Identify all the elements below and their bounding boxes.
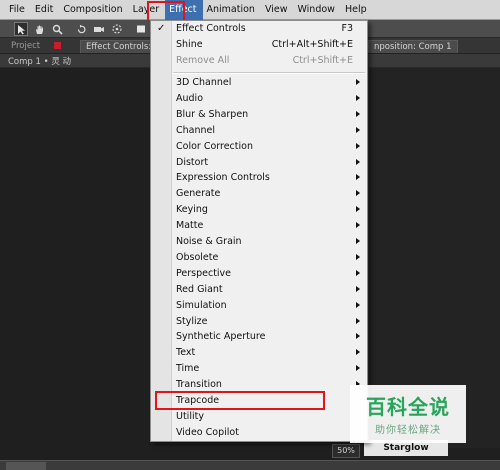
menu-item-noise-and-grain[interactable]: Noise & Grain [151, 234, 367, 249]
bottom-panel-strip [0, 460, 500, 470]
menu-item-distort[interactable]: Distort [151, 155, 367, 170]
menu-bar: File Edit Composition Layer Effect Anima… [0, 0, 500, 20]
submenu-arrow-icon [356, 253, 360, 260]
color-swatch-icon [54, 42, 61, 49]
zoom-tool-icon[interactable] [50, 22, 64, 36]
menu-item-utility[interactable]: Utility [151, 409, 367, 424]
menu-help[interactable]: Help [341, 0, 373, 20]
menu-separator [173, 72, 365, 74]
menu-animation[interactable]: Animation [203, 0, 261, 20]
zoom-level-select[interactable]: 50% [332, 444, 360, 458]
menu-item-audio[interactable]: Audio [151, 91, 367, 106]
submenu-arrow-icon [356, 79, 360, 85]
lock-icon [52, 40, 66, 53]
bottom-tab[interactable] [6, 462, 46, 470]
submenu-arrow-icon [356, 349, 360, 356]
submenu-arrow-icon [356, 126, 360, 133]
menu-item-shine[interactable]: Shine Ctrl+Alt+Shift+E [151, 37, 367, 52]
menu-item-remove-all[interactable]: Remove All Ctrl+Shift+E [151, 53, 367, 68]
menu-file[interactable]: File [5, 0, 31, 20]
rectangle-tool-icon[interactable] [134, 22, 148, 36]
menu-composition[interactable]: Composition [59, 0, 128, 20]
menu-item-generate[interactable]: Generate [151, 186, 367, 201]
menu-item-color-correction[interactable]: Color Correction [151, 139, 367, 154]
submenu-arrow-icon [356, 333, 360, 340]
menu-item-time[interactable]: Time [151, 361, 367, 376]
submenu-arrow-icon [356, 365, 360, 372]
menu-item-stylize[interactable]: Stylize [151, 314, 367, 329]
submenu-arrow-icon [356, 238, 360, 244]
menu-item-expression-controls[interactable]: Expression Controls [151, 170, 367, 185]
submenu-arrow-icon [356, 206, 360, 213]
submenu-arrow-icon [356, 269, 360, 276]
menu-item-keying[interactable]: Keying [151, 202, 367, 217]
hand-tool-icon[interactable] [32, 22, 46, 36]
menu-item-transition[interactable]: Transition [151, 377, 367, 392]
submenu-arrow-icon [356, 142, 360, 149]
submenu-arrow-icon [356, 94, 360, 101]
menu-item-text[interactable]: Text [151, 345, 367, 360]
checkmark-icon: ✓ [157, 23, 166, 34]
submenu-arrow-icon [356, 301, 360, 308]
submenu-arrow-icon [356, 158, 360, 165]
menu-item-perspective[interactable]: Perspective [151, 266, 367, 281]
submenu-arrow-icon [356, 222, 360, 229]
tab-project[interactable]: Project [6, 40, 45, 53]
submenu-arrow-icon [356, 190, 360, 197]
watermark-title: 百科全说 [366, 395, 450, 419]
submenu-arrow-icon [356, 110, 360, 117]
menu-item-video-copilot[interactable]: Video Copilot [151, 425, 367, 440]
effect-menu-dropdown: ✓ Effect Controls F3 Shine Ctrl+Alt+Shif… [150, 20, 368, 442]
menu-item-3d-channel[interactable]: 3D Channel [151, 75, 367, 90]
menu-item-synthetic-aperture[interactable]: Synthetic Aperture [151, 329, 367, 344]
menu-item-obsolete[interactable]: Obsolete [151, 250, 367, 265]
menu-item-channel[interactable]: Channel [151, 123, 367, 138]
menu-view[interactable]: View [261, 0, 294, 20]
menu-item-effect-controls[interactable]: ✓ Effect Controls F3 [151, 21, 367, 36]
submenu-arrow-icon [356, 174, 360, 181]
menu-item-red-giant[interactable]: Red Giant [151, 282, 367, 297]
bottom-tab[interactable] [62, 462, 122, 470]
tab-composition[interactable]: nposition: Comp 1 [368, 40, 458, 53]
menu-item-simulation[interactable]: Simulation [151, 298, 367, 313]
camera-tool-icon[interactable] [92, 22, 106, 36]
menu-item-blur-and-sharpen[interactable]: Blur & Sharpen [151, 107, 367, 122]
breadcrumb: Comp 1 • 灵 动 [8, 57, 72, 67]
trapcode-annotation-box [155, 391, 325, 410]
submenu-arrow-icon [356, 317, 360, 324]
menu-window[interactable]: Window [293, 0, 340, 20]
submenu-arrow-icon [356, 285, 360, 292]
menu-edit[interactable]: Edit [31, 0, 59, 20]
menu-item-matte[interactable]: Matte [151, 218, 367, 233]
watermark: 百科全说 助你轻松解决 [350, 385, 466, 443]
rotate-tool-icon[interactable] [74, 22, 88, 36]
watermark-subtitle: 助你轻松解决 [375, 425, 441, 436]
selection-tool-icon[interactable] [14, 22, 28, 36]
pan-behind-tool-icon[interactable] [110, 22, 124, 36]
